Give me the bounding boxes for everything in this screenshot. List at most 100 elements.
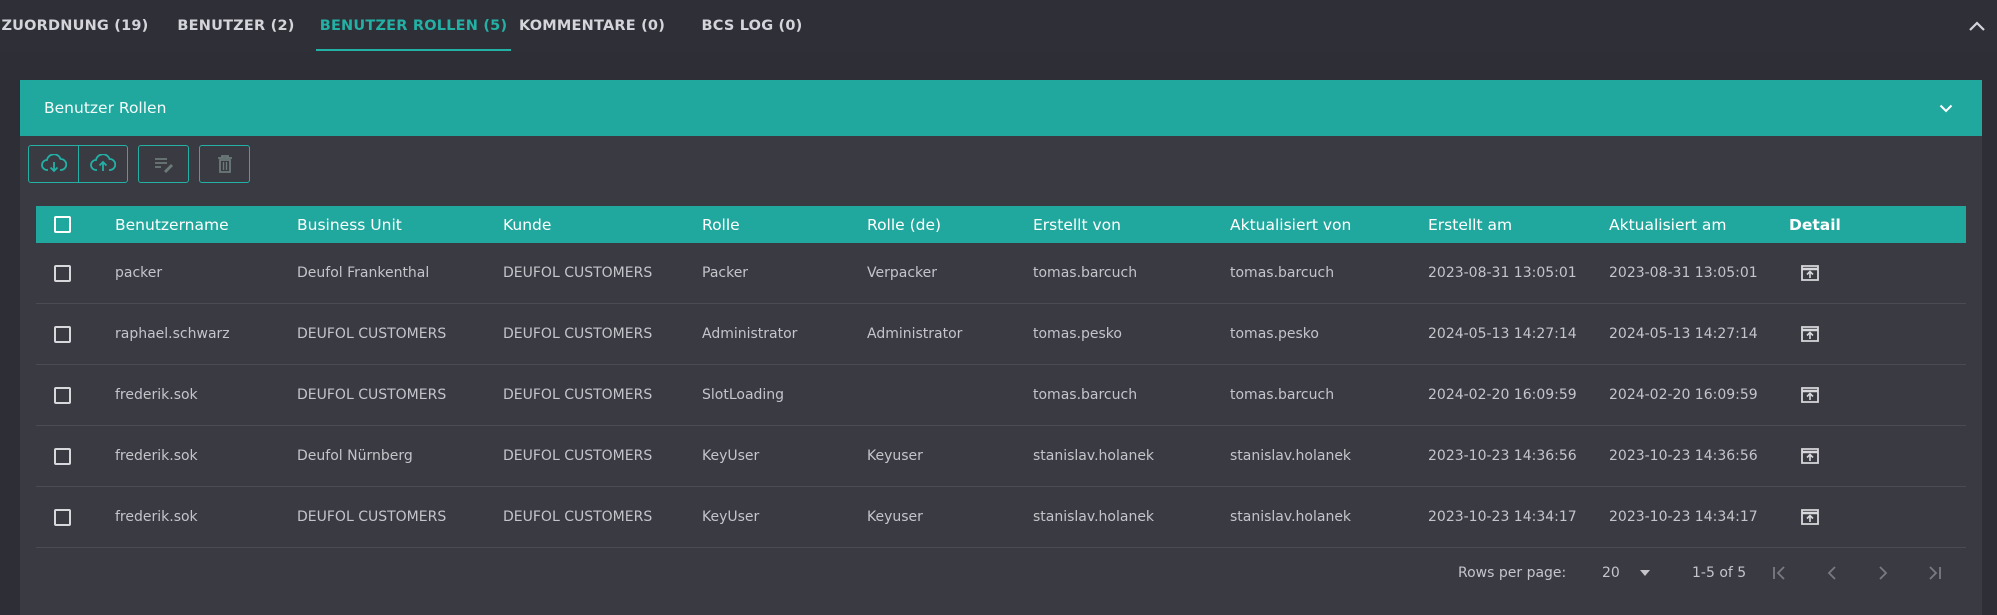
col-erstellt-am[interactable]: Erstellt am bbox=[1428, 206, 1512, 243]
checkbox[interactable] bbox=[54, 216, 71, 233]
cell-erstellt-am: 2024-02-20 16:09:59 bbox=[1428, 387, 1577, 403]
row-checkbox[interactable] bbox=[54, 447, 71, 465]
tab-label: BCS LOG (0) bbox=[701, 18, 803, 34]
open-detail-icon[interactable] bbox=[1799, 445, 1821, 467]
col-rolle-de[interactable]: Rolle (de) bbox=[867, 206, 941, 243]
cell-benutzername: packer bbox=[115, 265, 163, 281]
col-business-unit[interactable]: Business Unit bbox=[297, 206, 402, 243]
last-page-icon[interactable] bbox=[1922, 561, 1946, 585]
open-detail-icon[interactable] bbox=[1799, 323, 1821, 345]
col-benutzername[interactable]: Benutzername bbox=[115, 206, 229, 243]
cell-rolle: KeyUser bbox=[702, 448, 760, 464]
open-detail-icon[interactable] bbox=[1799, 384, 1821, 406]
col-aktualisiert-am[interactable]: Aktualisiert am bbox=[1609, 206, 1726, 243]
cell-rolle: Packer bbox=[702, 265, 749, 281]
tab-label: KOMMENTARE (0) bbox=[518, 18, 666, 34]
cell-business-unit: DEUFOL CUSTOMERS bbox=[297, 387, 447, 403]
tab-label: ZUORDNUNG (19) bbox=[1, 18, 149, 34]
cell-rolle-de: Verpacker bbox=[867, 265, 937, 281]
col-aktualisiert-von[interactable]: Aktualisiert von bbox=[1230, 206, 1351, 243]
tab-benutzer[interactable]: BENUTZER (2) bbox=[170, 0, 302, 52]
cell-erstellt-von: tomas.barcuch bbox=[1033, 265, 1138, 281]
cell-rolle: Administrator bbox=[702, 326, 798, 342]
cell-business-unit: Deufol Nürnberg bbox=[297, 448, 413, 464]
tab-label: BENUTZER ROLLEN (5) bbox=[319, 18, 508, 34]
open-detail-icon[interactable] bbox=[1799, 262, 1821, 284]
tab-bcs-log[interactable]: BCS LOG (0) bbox=[690, 0, 814, 52]
row-checkbox[interactable] bbox=[54, 325, 71, 343]
cell-aktualisiert-von: tomas.barcuch bbox=[1230, 265, 1335, 281]
cell-aktualisiert-am: 2024-05-13 14:27:14 bbox=[1609, 326, 1758, 342]
roles-table: Benutzername Business Unit Kunde Rolle R… bbox=[36, 206, 1966, 548]
tab-zuordnung[interactable]: ZUORDNUNG (19) bbox=[0, 0, 150, 52]
cell-business-unit: DEUFOL CUSTOMERS bbox=[297, 326, 447, 342]
chevron-down-icon[interactable] bbox=[1936, 98, 1956, 118]
col-rolle[interactable]: Rolle bbox=[702, 206, 740, 243]
cell-erstellt-von: tomas.pesko bbox=[1033, 326, 1122, 342]
page-range: 1-5 of 5 bbox=[1692, 565, 1747, 581]
first-page-icon[interactable] bbox=[1768, 561, 1792, 585]
cell-benutzername: frederik.sok bbox=[115, 387, 198, 403]
cell-erstellt-am: 2024-05-13 14:27:14 bbox=[1428, 326, 1577, 342]
row-checkbox[interactable] bbox=[54, 508, 71, 526]
cell-aktualisiert-am: 2024-02-20 16:09:59 bbox=[1609, 387, 1758, 403]
caret-down-icon bbox=[1639, 570, 1650, 576]
table-row[interactable]: frederik.sok DEUFOL CUSTOMERS DEUFOL CUS… bbox=[36, 487, 1966, 548]
tab-benutzer-rollen[interactable]: BENUTZER ROLLEN (5) bbox=[316, 0, 511, 52]
cell-rolle-de: Keyuser bbox=[867, 448, 923, 464]
delete-group bbox=[199, 145, 250, 183]
import-export-group bbox=[28, 145, 128, 183]
cell-aktualisiert-von: stanislav.holanek bbox=[1230, 509, 1352, 525]
cell-erstellt-am: 2023-10-23 14:36:56 bbox=[1428, 448, 1577, 464]
table-row[interactable]: raphael.schwarz DEUFOL CUSTOMERS DEUFOL … bbox=[36, 304, 1966, 365]
edit-group bbox=[138, 145, 189, 183]
next-page-icon[interactable] bbox=[1871, 561, 1895, 585]
rows-per-page-label: Rows per page: bbox=[1458, 565, 1567, 581]
cell-kunde: DEUFOL CUSTOMERS bbox=[503, 509, 653, 525]
cell-rolle: KeyUser bbox=[702, 509, 760, 525]
cell-erstellt-am: 2023-10-23 14:34:17 bbox=[1428, 509, 1577, 525]
cell-aktualisiert-von: tomas.pesko bbox=[1230, 326, 1319, 342]
cell-rolle-de: Keyuser bbox=[867, 509, 923, 525]
cell-erstellt-von: stanislav.holanek bbox=[1033, 509, 1155, 525]
cell-erstellt-von: tomas.barcuch bbox=[1033, 387, 1138, 403]
rows-per-page-select[interactable]: 20 bbox=[1602, 548, 1650, 598]
table-row[interactable]: frederik.sok Deufol Nürnberg DEUFOL CUST… bbox=[36, 426, 1966, 487]
benutzer-rollen-panel: Benutzer Rollen Benutzername Business Un… bbox=[20, 80, 1982, 615]
cell-aktualisiert-am: 2023-08-31 13:05:01 bbox=[1609, 265, 1758, 281]
cell-aktualisiert-am: 2023-10-23 14:34:17 bbox=[1609, 509, 1758, 525]
cell-benutzername: frederik.sok bbox=[115, 509, 198, 525]
previous-page-icon[interactable] bbox=[1820, 561, 1844, 585]
table-row[interactable]: frederik.sok DEUFOL CUSTOMERS DEUFOL CUS… bbox=[36, 365, 1966, 426]
cell-business-unit: Deufol Frankenthal bbox=[297, 265, 430, 281]
cell-business-unit: DEUFOL CUSTOMERS bbox=[297, 509, 447, 525]
panel-title: Benutzer Rollen bbox=[44, 99, 167, 117]
cell-erstellt-am: 2023-08-31 13:05:01 bbox=[1428, 265, 1577, 281]
cell-rolle-de: Administrator bbox=[867, 326, 963, 342]
col-detail: Detail bbox=[1789, 215, 1841, 234]
open-detail-icon[interactable] bbox=[1799, 506, 1821, 528]
cell-rolle: SlotLoading bbox=[702, 387, 785, 403]
row-checkbox[interactable] bbox=[54, 386, 71, 404]
cloud-upload-icon[interactable] bbox=[78, 146, 127, 182]
panel-header[interactable]: Benutzer Rollen bbox=[20, 80, 1982, 136]
col-erstellt-von[interactable]: Erstellt von bbox=[1033, 206, 1121, 243]
rows-per-page-value: 20 bbox=[1602, 565, 1620, 581]
col-kunde[interactable]: Kunde bbox=[503, 206, 551, 243]
edit-list-icon[interactable] bbox=[139, 146, 188, 182]
cell-kunde: DEUFOL CUSTOMERS bbox=[503, 265, 653, 281]
table-row[interactable]: packer Deufol Frankenthal DEUFOL CUSTOME… bbox=[36, 243, 1966, 304]
trash-icon[interactable] bbox=[200, 146, 249, 182]
chevron-up-icon[interactable] bbox=[1965, 14, 1989, 38]
tab-kommentare[interactable]: KOMMENTARE (0) bbox=[512, 0, 672, 52]
cloud-download-icon[interactable] bbox=[29, 146, 78, 182]
row-checkbox[interactable] bbox=[54, 264, 71, 282]
cell-aktualisiert-von: tomas.barcuch bbox=[1230, 387, 1335, 403]
tab-label: BENUTZER (2) bbox=[177, 18, 295, 34]
table-header: Benutzername Business Unit Kunde Rolle R… bbox=[36, 206, 1966, 243]
pagination: Rows per page: 20 1-5 of 5 bbox=[16, 548, 1946, 598]
tab-bar: ZUORDNUNG (19) BENUTZER (2) BENUTZER ROL… bbox=[0, 0, 1997, 52]
cell-erstellt-von: stanislav.holanek bbox=[1033, 448, 1155, 464]
select-all-checkbox[interactable] bbox=[54, 206, 71, 243]
toolbar bbox=[28, 145, 260, 183]
